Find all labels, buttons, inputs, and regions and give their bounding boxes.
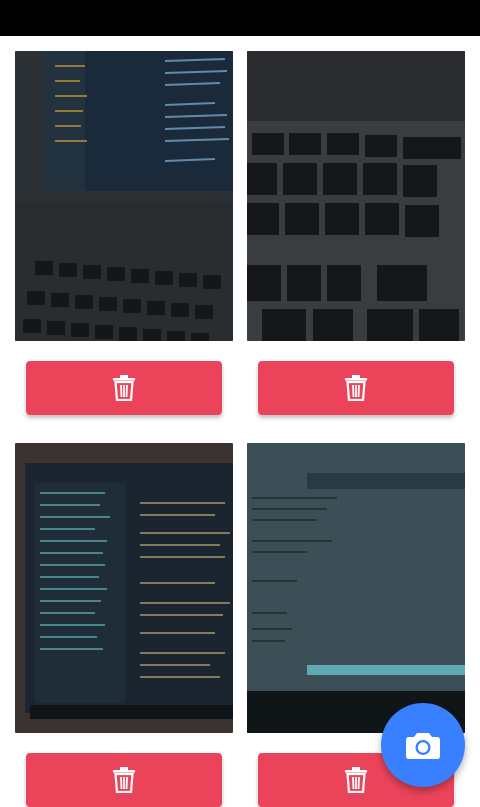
delete-photo-button[interactable] [26,361,222,415]
camera-icon [406,733,440,759]
photo-image [15,51,233,341]
trash-icon [113,767,135,793]
photo-thumbnail[interactable] [247,443,465,733]
take-photo-button[interactable] [381,703,465,787]
trash-icon [345,375,367,401]
photo-thumbnail[interactable] [247,51,465,341]
trash-icon [345,767,367,793]
status-bar [0,0,480,36]
trash-icon [113,375,135,401]
delete-photo-button[interactable] [258,361,454,415]
photo-image [247,443,465,733]
photo-thumbnail[interactable] [15,443,233,733]
photo-image [247,51,465,341]
photo-thumbnail[interactable] [15,51,233,341]
photo-gallery [0,36,480,807]
photo-image [15,443,233,733]
delete-photo-button[interactable] [26,753,222,807]
